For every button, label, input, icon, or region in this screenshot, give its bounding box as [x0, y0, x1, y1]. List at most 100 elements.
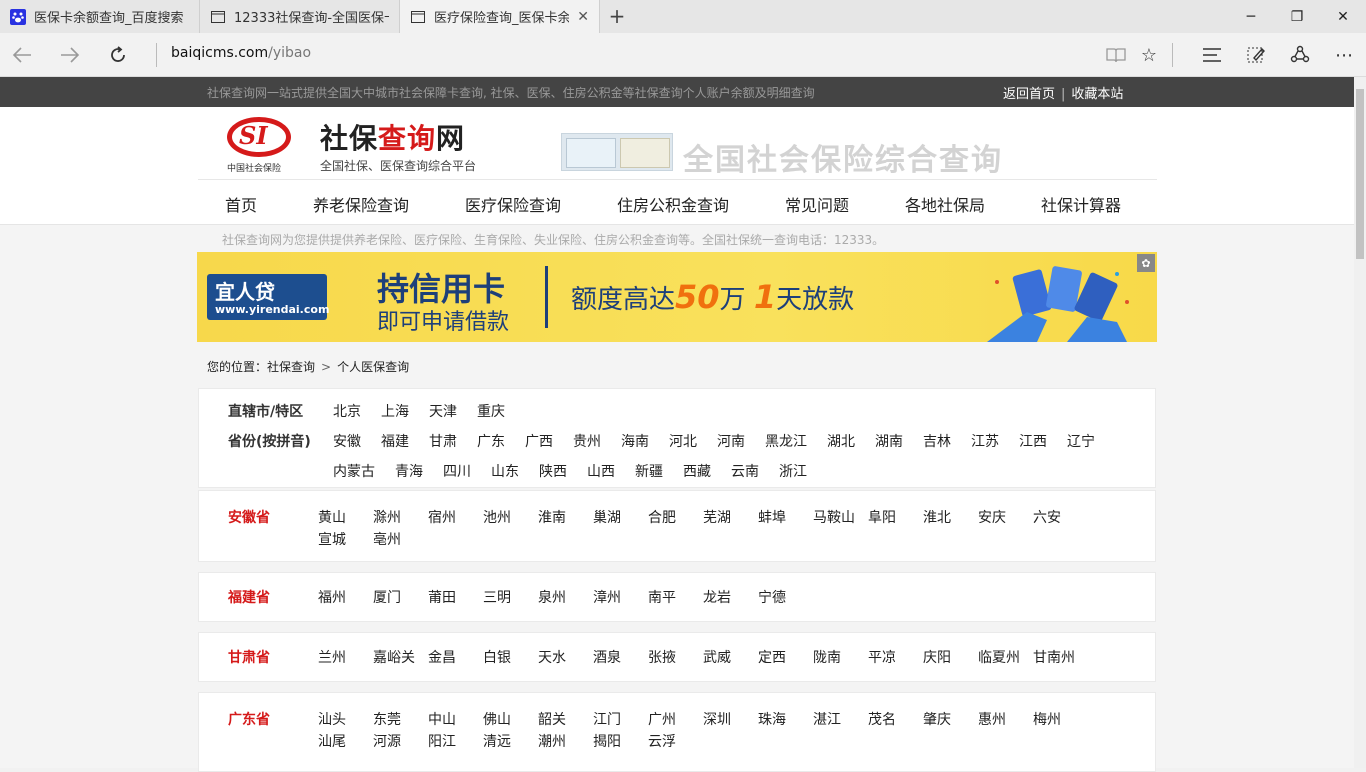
city-link[interactable]: 马鞍山	[813, 507, 855, 527]
city-link[interactable]: 湛江	[813, 709, 841, 729]
city-link[interactable]: 厦门	[373, 587, 401, 607]
city-link[interactable]: 龙岩	[703, 587, 731, 607]
region-link[interactable]: 西藏	[683, 461, 711, 481]
region-link[interactable]: 广西	[525, 431, 553, 451]
city-link[interactable]: 定西	[758, 647, 786, 667]
region-link[interactable]: 山东	[491, 461, 519, 481]
city-link[interactable]: 淮南	[538, 507, 566, 527]
city-link[interactable]: 梅州	[1033, 709, 1061, 729]
city-link[interactable]: 南平	[648, 587, 676, 607]
region-link[interactable]: 上海	[381, 401, 409, 421]
city-link[interactable]: 汕头	[318, 709, 346, 729]
nav-faq[interactable]: 常见问题	[785, 192, 849, 216]
region-link[interactable]: 贵州	[573, 431, 601, 451]
region-link[interactable]: 辽宁	[1067, 431, 1095, 451]
city-link[interactable]: 漳州	[593, 587, 621, 607]
favorite-button[interactable]: ☆	[1133, 39, 1165, 71]
city-link[interactable]: 宣城	[318, 529, 346, 549]
minimize-button[interactable]: ─	[1228, 0, 1274, 33]
home-link[interactable]: 返回首页	[1003, 87, 1055, 102]
city-link[interactable]: 宁德	[758, 587, 786, 607]
city-link[interactable]: 亳州	[373, 529, 401, 549]
city-link[interactable]: 潮州	[538, 731, 566, 751]
city-link[interactable]: 惠州	[978, 709, 1006, 729]
city-link[interactable]: 兰州	[318, 647, 346, 667]
region-link[interactable]: 吉林	[923, 431, 951, 451]
city-link[interactable]: 安庆	[978, 507, 1006, 527]
city-link[interactable]: 莆田	[428, 587, 456, 607]
new-tab-button[interactable]: +	[604, 3, 630, 29]
city-link[interactable]: 六安	[1033, 507, 1061, 527]
ad-paw-icon[interactable]: ✿	[1137, 254, 1155, 272]
city-link[interactable]: 宿州	[428, 507, 456, 527]
city-link[interactable]: 平凉	[868, 647, 896, 667]
region-link[interactable]: 广东	[477, 431, 505, 451]
web-note-button[interactable]	[1240, 39, 1272, 71]
region-link[interactable]: 湖南	[875, 431, 903, 451]
scrollbar-thumb[interactable]	[1356, 89, 1364, 259]
city-link[interactable]: 蚌埠	[758, 507, 786, 527]
more-button[interactable]: ⋯	[1328, 39, 1360, 71]
nav-home[interactable]: 首页	[225, 192, 257, 216]
city-link[interactable]: 云浮	[648, 731, 676, 751]
nav-housing-fund[interactable]: 住房公积金查询	[617, 192, 729, 216]
region-link[interactable]: 青海	[395, 461, 423, 481]
nav-pension[interactable]: 养老保险查询	[313, 192, 409, 216]
city-link[interactable]: 泉州	[538, 587, 566, 607]
city-link[interactable]: 阜阳	[868, 507, 896, 527]
city-link[interactable]: 酒泉	[593, 647, 621, 667]
social-insurance-logo[interactable]: SI 中国社会保险	[225, 115, 295, 175]
city-link[interactable]: 佛山	[483, 709, 511, 729]
region-link[interactable]: 天津	[429, 401, 457, 421]
browser-tab-3-active[interactable]: 医疗保险查询_医保卡余额 ✕	[400, 0, 600, 33]
region-link[interactable]: 新疆	[635, 461, 663, 481]
city-link[interactable]: 清远	[483, 731, 511, 751]
city-link[interactable]: 白银	[483, 647, 511, 667]
city-link[interactable]: 中山	[428, 709, 456, 729]
share-button[interactable]	[1284, 39, 1316, 71]
region-link[interactable]: 黑龙江	[765, 431, 807, 451]
city-link[interactable]: 肇庆	[923, 709, 951, 729]
site-brand[interactable]: 社保查询网	[320, 117, 465, 157]
breadcrumb-link[interactable]: 社保查询	[267, 360, 315, 374]
browser-tab-2[interactable]: 12333社保查询-全国医保卡,	[200, 0, 400, 33]
nav-local-bureaus[interactable]: 各地社保局	[905, 192, 985, 216]
bookmark-link[interactable]: 收藏本站	[1071, 87, 1123, 102]
region-link[interactable]: 浙江	[779, 461, 807, 481]
city-link[interactable]: 张掖	[648, 647, 676, 667]
reading-view-button[interactable]	[1100, 39, 1132, 71]
province-name[interactable]: 安徽省	[228, 507, 270, 527]
hub-button[interactable]	[1196, 39, 1228, 71]
city-link[interactable]: 巢湖	[593, 507, 621, 527]
city-link[interactable]: 韶关	[538, 709, 566, 729]
url-field[interactable]: baiqicms.com/yibao	[171, 45, 311, 61]
page-scrollbar[interactable]	[1354, 77, 1366, 768]
city-link[interactable]: 汕尾	[318, 731, 346, 751]
city-link[interactable]: 芜湖	[703, 507, 731, 527]
restore-button[interactable]: ❐	[1274, 0, 1320, 33]
city-link[interactable]: 揭阳	[593, 731, 621, 751]
city-link[interactable]: 淮北	[923, 507, 951, 527]
city-link[interactable]: 阳江	[428, 731, 456, 751]
close-window-button[interactable]: ✕	[1320, 0, 1366, 33]
city-link[interactable]: 珠海	[758, 709, 786, 729]
region-link[interactable]: 安徽	[333, 431, 361, 451]
region-link[interactable]: 重庆	[477, 401, 505, 421]
region-link[interactable]: 河北	[669, 431, 697, 451]
city-link[interactable]: 福州	[318, 587, 346, 607]
city-link[interactable]: 金昌	[428, 647, 456, 667]
region-link[interactable]: 四川	[443, 461, 471, 481]
region-link[interactable]: 陕西	[539, 461, 567, 481]
city-link[interactable]: 武威	[703, 647, 731, 667]
browser-tab-1[interactable]: 医保卡余额查询_百度搜索	[0, 0, 200, 33]
region-link[interactable]: 江苏	[971, 431, 999, 451]
city-link[interactable]: 甘南州	[1033, 647, 1075, 667]
province-name[interactable]: 甘肃省	[228, 647, 270, 667]
city-link[interactable]: 嘉峪关	[373, 647, 415, 667]
city-link[interactable]: 三明	[483, 587, 511, 607]
region-link[interactable]: 内蒙古	[333, 461, 375, 481]
city-link[interactable]: 滁州	[373, 507, 401, 527]
province-name[interactable]: 福建省	[228, 587, 270, 607]
region-link[interactable]: 云南	[731, 461, 759, 481]
nav-medical[interactable]: 医疗保险查询	[465, 192, 561, 216]
